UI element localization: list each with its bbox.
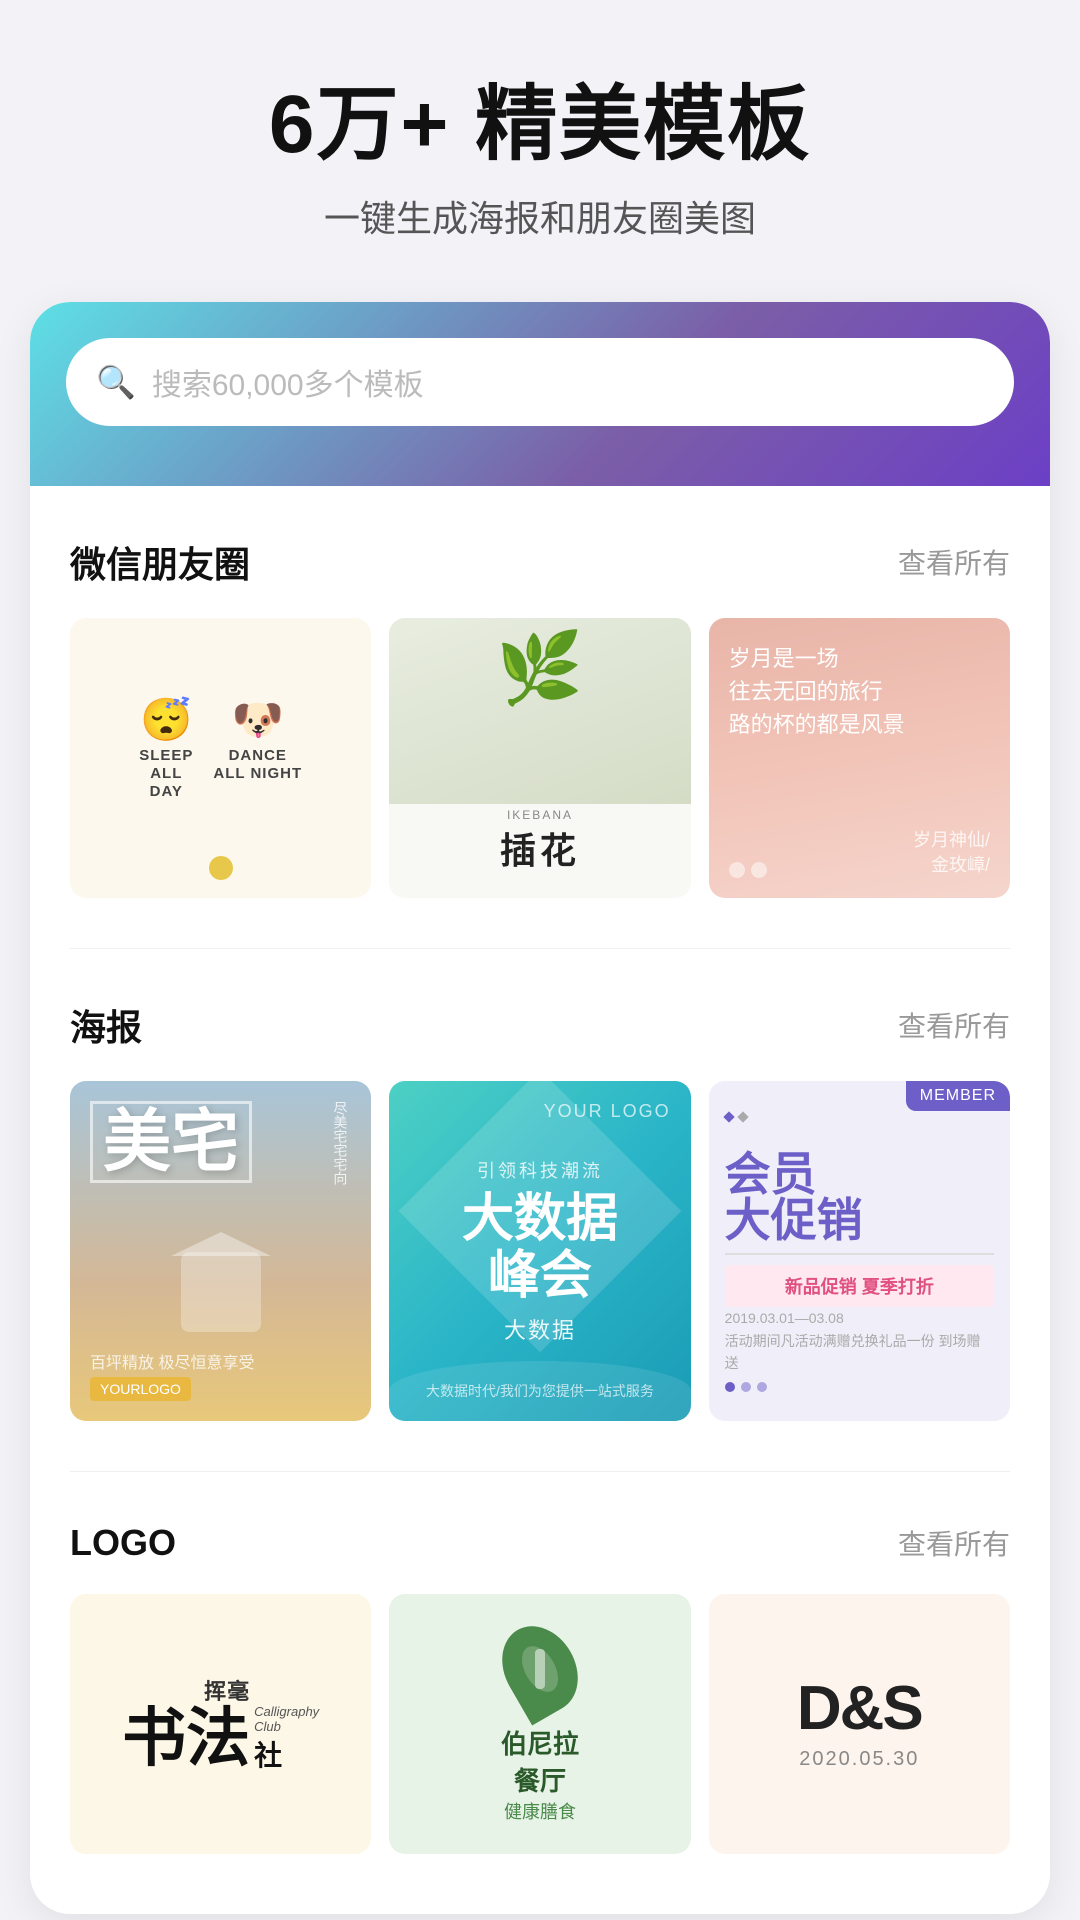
house-shape <box>181 1252 261 1332</box>
dot-3 <box>757 1382 767 1392</box>
character-group: 😴 SLEEPALLDAY 🐶 DANCEALL NIGHT <box>139 699 302 801</box>
poster-section-title: 海报 <box>70 999 142 1051</box>
poster-member-dots <box>725 1382 994 1392</box>
logo-section-header: LOGO 查看所有 <box>70 1522 1010 1564</box>
poster-card-home[interactable]: 美宅 尽美宅宅宅向 百坪精放 极尽恒意享受 YOURLOGO <box>70 1081 371 1421</box>
poster-section: 海报 查看所有 美宅 尽美宅宅宅向 百坪精放 极尽恒意享受 YOURLOGO <box>30 949 1050 1431</box>
poster-member-decorations <box>725 1113 994 1121</box>
plant-icon: 🌿 <box>496 628 583 710</box>
poster-home-sub: 百坪精放 极尽恒意享受 <box>90 1349 351 1373</box>
main-title: 6万+ 精美模板 <box>60 80 1020 170</box>
poster-section-header: 海报 查看所有 <box>70 999 1010 1051</box>
ds-date: 2020.05.30 <box>799 1748 919 1771</box>
dance-emoji: 🐶 <box>232 699 284 741</box>
logo-card-ds[interactable]: D&S 2020.05.30 <box>709 1594 1010 1854</box>
poem-bottom: 岁月神仙/金玫嶂/ <box>729 828 990 878</box>
poster-member-date: 2019.03.01—03.08 <box>725 1307 994 1329</box>
logo-view-all[interactable]: 查看所有 <box>898 1523 1010 1563</box>
search-icon: 🔍 <box>96 366 136 398</box>
sleep-char: 😴 SLEEPALLDAY <box>139 699 193 801</box>
search-placeholder-text: 搜索60,000多个模板 <box>152 360 424 404</box>
restaurant-name: 伯尼拉 餐厅 <box>501 1724 579 1798</box>
pink-dot-1 <box>729 862 745 878</box>
calligraphy-hanzi: 书法 <box>122 1706 250 1770</box>
poster-member-divider <box>725 1253 994 1255</box>
pink-dot-2 <box>751 862 767 878</box>
restaurant-name-line1: 伯尼拉 <box>501 1729 579 1759</box>
poster-home-side-text: 尽美宅宅宅向 <box>329 1101 351 1185</box>
logo-grid: 挥毫 书法 Calligraphy Club 社 <box>70 1594 1010 1854</box>
logo-card-restaurant[interactable]: 伯尼拉 餐厅 健康膳食 <box>389 1594 690 1854</box>
sleep-emoji: 😴 <box>140 699 192 741</box>
logo-card-calligraphy[interactable]: 挥毫 书法 Calligraphy Club 社 <box>70 1594 371 1854</box>
poster-home-title: 美宅 <box>90 1101 252 1183</box>
logo-section-title: LOGO <box>70 1522 176 1564</box>
diamond-1 <box>723 1112 734 1123</box>
poster-bigdata-content: 引领科技潮流 大数据峰会 大数据 <box>442 1137 638 1365</box>
search-bar[interactable]: 🔍 搜索60,000多个模板 <box>66 338 1014 426</box>
poster-bigdata-title: 大数据峰会 <box>462 1191 618 1305</box>
poster-bigdata-wave <box>389 1361 690 1421</box>
poster-bigdata-small: 引领科技潮流 <box>462 1157 618 1183</box>
poster-card-member[interactable]: MEMBER 会员大促销 新品促销 夏季打折 2019.03.01—03.08 … <box>709 1081 1010 1421</box>
calligraphy-chinese: 挥毫 书法 <box>122 1674 250 1770</box>
calligraphy-club-cn: 社 <box>254 1734 319 1774</box>
wechat-section-header: 微信朋友圈 查看所有 <box>70 536 1010 588</box>
app-card: 🔍 搜索60,000多个模板 微信朋友圈 查看所有 😴 SLEEPALLDAY … <box>30 302 1050 1914</box>
poster-member-title: 会员大促销 <box>725 1151 994 1243</box>
ds-monogram: D&S <box>797 1678 922 1740</box>
poster-member-sub: 活动期间凡活动满赠兑换礼品一份 到场赠送 <box>725 1330 994 1375</box>
poster-template-grid: 美宅 尽美宅宅宅向 百坪精放 极尽恒意享受 YOURLOGO YOUR LOGO <box>70 1081 1010 1421</box>
calligraphy-en1: Calligraphy <box>254 1704 319 1719</box>
poster-card-bigdata[interactable]: YOUR LOGO 引领科技潮流 大数据峰会 大数据 大数据时代/我们为您提供一… <box>389 1081 690 1421</box>
ikebana-cn-label: 插花 <box>500 822 580 874</box>
dot-2 <box>741 1382 751 1392</box>
leaf-icon <box>487 1613 593 1726</box>
search-header: 🔍 搜索60,000多个模板 <box>30 302 1050 486</box>
restaurant-name-line2: 餐厅 <box>514 1766 566 1796</box>
house-roof <box>171 1232 271 1256</box>
calligraphy-english-block: Calligraphy Club 社 <box>254 1704 319 1774</box>
poster-bigdata-badge: 大数据 <box>462 1313 618 1345</box>
poster-view-all[interactable]: 查看所有 <box>898 1005 1010 1045</box>
poster-bigdata-logo: YOUR LOGO <box>544 1101 671 1122</box>
calligraphy-en2: Club <box>254 1719 319 1734</box>
ikebana-en-label: IKEBANA <box>507 808 573 822</box>
poem-text: 岁月是一场往去无回的旅行路的杯的都是风景 <box>729 642 990 741</box>
wechat-card-sleep-dance[interactable]: 😴 SLEEPALLDAY 🐶 DANCEALL NIGHT <box>70 618 371 898</box>
wechat-card-poem[interactable]: 岁月是一场往去无回的旅行路的杯的都是风景 岁月神仙/金玫嶂/ <box>709 618 1010 898</box>
wechat-card-ikebana[interactable]: 🌿 IKEBANA 插花 <box>389 618 690 898</box>
logo-section: LOGO 查看所有 挥毫 书法 Calligraphy Club 社 <box>30 1472 1050 1864</box>
leaf-vein <box>535 1649 545 1689</box>
restaurant-sub: 健康膳食 <box>504 1798 576 1824</box>
wechat-view-all[interactable]: 查看所有 <box>898 542 1010 582</box>
wechat-template-grid: 😴 SLEEPALLDAY 🐶 DANCEALL NIGHT 🌿 IKEBANA… <box>70 618 1010 898</box>
calligraphy-group: 挥毫 书法 Calligraphy Club 社 <box>122 1674 319 1774</box>
wechat-section: 微信朋友圈 查看所有 😴 SLEEPALLDAY 🐶 DANCEALL NIGH… <box>30 486 1050 908</box>
wechat-section-title: 微信朋友圈 <box>70 536 250 588</box>
poster-home-bottom: 百坪精放 极尽恒意享受 YOURLOGO <box>90 1349 351 1401</box>
header: 6万+ 精美模板 一键生成海报和朋友圈美图 <box>0 0 1080 282</box>
sub-title: 一键生成海报和朋友圈美图 <box>60 190 1020 242</box>
dance-char: 🐶 DANCEALL NIGHT <box>213 699 302 801</box>
poster-member-badge: MEMBER <box>906 1081 1010 1111</box>
dance-label: DANCEALL NIGHT <box>213 747 302 783</box>
poster-member-promo: 新品促销 夏季打折 <box>725 1265 994 1307</box>
wechat-dot-decoration <box>209 856 233 880</box>
poem-author: 岁月神仙/金玫嶂/ <box>913 828 990 878</box>
diamond-2 <box>737 1112 748 1123</box>
ikebana-image: 🌿 <box>389 618 690 804</box>
pink-dots <box>729 862 767 878</box>
sleep-label: SLEEPALLDAY <box>139 747 193 801</box>
calligraphy-inner: 挥毫 书法 Calligraphy Club 社 <box>122 1674 319 1774</box>
dot-active <box>725 1382 735 1392</box>
poster-home-logo: YOURLOGO <box>90 1377 191 1401</box>
poster-member-content: 2019.03.01—03.08 活动期间凡活动满赠兑换礼品一份 到场赠送 <box>725 1307 994 1374</box>
